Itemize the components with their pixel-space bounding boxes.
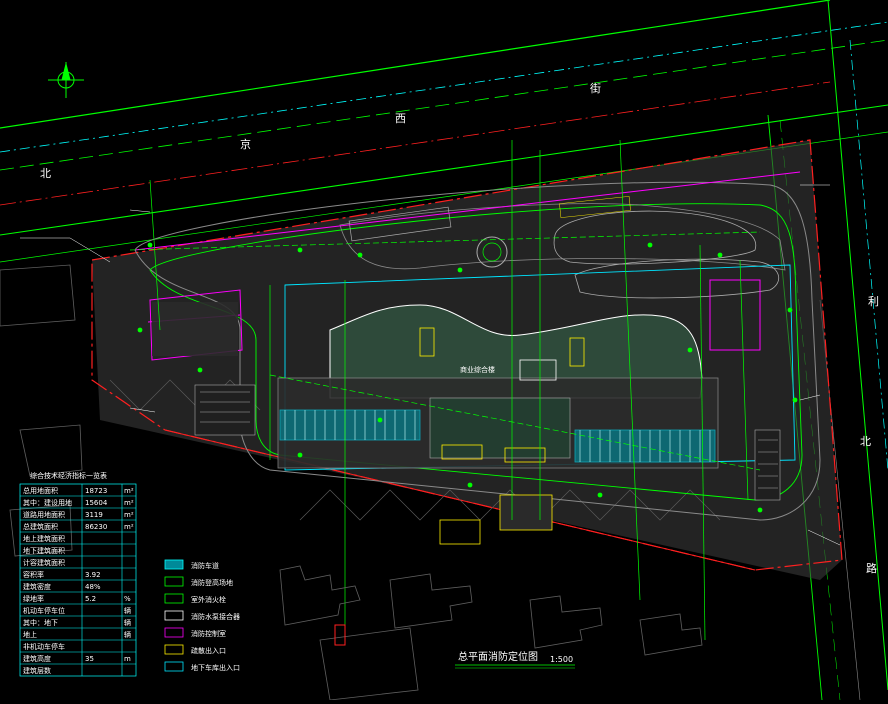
table-cell-name: 道路用地面积 (23, 510, 65, 519)
legend-swatch (164, 661, 184, 672)
legend-label: 地下车库出入口 (191, 663, 240, 672)
table-cell-name: 建筑层数 (23, 666, 51, 675)
table-cell-name: 容积率 (23, 570, 44, 579)
legend-label: 室外消火栓 (191, 595, 226, 604)
drawing-title-block: 总平面消防定位图 1:500 (455, 650, 575, 669)
table-title: 综合技术经济指标一览表 (30, 471, 107, 480)
table-cell-name: 地上建筑面积 (23, 534, 65, 543)
legend: 消防车道消防登高场地室外消火栓消防水泵接合器消防控制室疏散出入口地下车库出入口 (164, 559, 240, 672)
table-cell-name: 绿地率 (23, 594, 44, 603)
cad-viewport[interactable]: 综合技术经济指标一览表 总用地面积 18723 m² 其中：建设用地 15604 m² 道路… (0, 0, 888, 701)
table-cell-value: 15604 (85, 499, 108, 507)
drawing-scale: 1:500 (550, 655, 573, 664)
table-cell-value: 18723 (85, 487, 107, 495)
north-street-char: 街 (590, 81, 601, 95)
north-street-label: 北 京 西 街 (40, 81, 601, 180)
east-wing (574, 429, 716, 463)
legend-label: 消防车道 (191, 561, 219, 570)
north-street-char: 西 (395, 112, 406, 125)
west-parking (194, 384, 256, 436)
table-cell-value: 3119 (85, 511, 103, 519)
east-street-char: 利 (868, 295, 879, 308)
table-cell-value: 3.92 (85, 571, 101, 579)
table-cell-unit: % (124, 595, 131, 603)
indicator-table: 综合技术经济指标一览表 总用地面积 18723 m² 其中：建设用地 15604 m² 道路… (19, 471, 137, 677)
east-parking (754, 429, 781, 501)
table-cell-name: 建筑密度 (23, 582, 51, 591)
table-cell-value: 5.2 (85, 595, 96, 603)
legend-swatch (164, 559, 184, 570)
west-block-fill (152, 302, 238, 356)
table-cell-unit: m² (124, 523, 134, 531)
table-cell-name: 地上 (23, 630, 37, 639)
table-cell-name: 计容建筑面积 (23, 558, 65, 567)
table-cell-value: 35 (85, 655, 94, 663)
legend-label: 消防控制室 (191, 629, 226, 638)
east-street-char: 北 (860, 435, 871, 448)
main-building-label: 商业综合楼 (460, 365, 495, 374)
podium-core (429, 397, 571, 459)
table-cell-unit: m² (124, 511, 134, 519)
table-cell-name: 地下建筑面积 (23, 546, 65, 555)
drawing-title: 总平面消防定位图 (458, 650, 538, 663)
legend-swatch (164, 593, 184, 604)
south-marker (334, 624, 346, 646)
table-cell-unit: 辆 (124, 618, 131, 627)
table-cell-name: 建筑高度 (23, 654, 51, 663)
table-cell-name: 非机动车停车 (23, 642, 65, 651)
legend-label: 消防登高场地 (191, 578, 233, 587)
legend-label: 消防水泵接合器 (191, 612, 240, 621)
east-street-char: 路 (866, 562, 877, 575)
table-cell-name: 其中：地下 (23, 618, 58, 627)
table-cell-name: 总用地面积 (23, 486, 58, 495)
legend-swatch (164, 644, 184, 655)
north-street-char: 北 (40, 167, 51, 180)
table-cell-value: 86230 (85, 523, 107, 531)
legend-label: 疏散出入口 (191, 646, 226, 655)
east-street-label: 利北路 (860, 295, 879, 575)
west-wing (279, 409, 421, 441)
table-cell-unit: m (124, 655, 131, 663)
legend-swatch (164, 610, 184, 621)
legend-swatch (164, 627, 184, 638)
table-cell-name: 机动车停车位 (23, 606, 65, 615)
table-cell-name: 总建筑面积 (23, 522, 58, 531)
legend-swatch (164, 576, 184, 587)
table-cell-value: 48% (85, 583, 101, 591)
table-cell-unit: m² (124, 499, 134, 507)
table-cell-name: 其中：建设用地 (23, 498, 72, 507)
table-cell-unit: 辆 (124, 630, 131, 639)
north-arrow-icon (48, 62, 84, 98)
site-plan-drawing[interactable]: 综合技术经济指标一览表 总用地面积 18723 m² 其中：建设用地 15604 m² 道路… (0, 0, 888, 701)
table-cell-unit: m² (124, 487, 134, 495)
table-cell-unit: 辆 (124, 606, 131, 615)
north-street-char: 京 (240, 137, 251, 151)
